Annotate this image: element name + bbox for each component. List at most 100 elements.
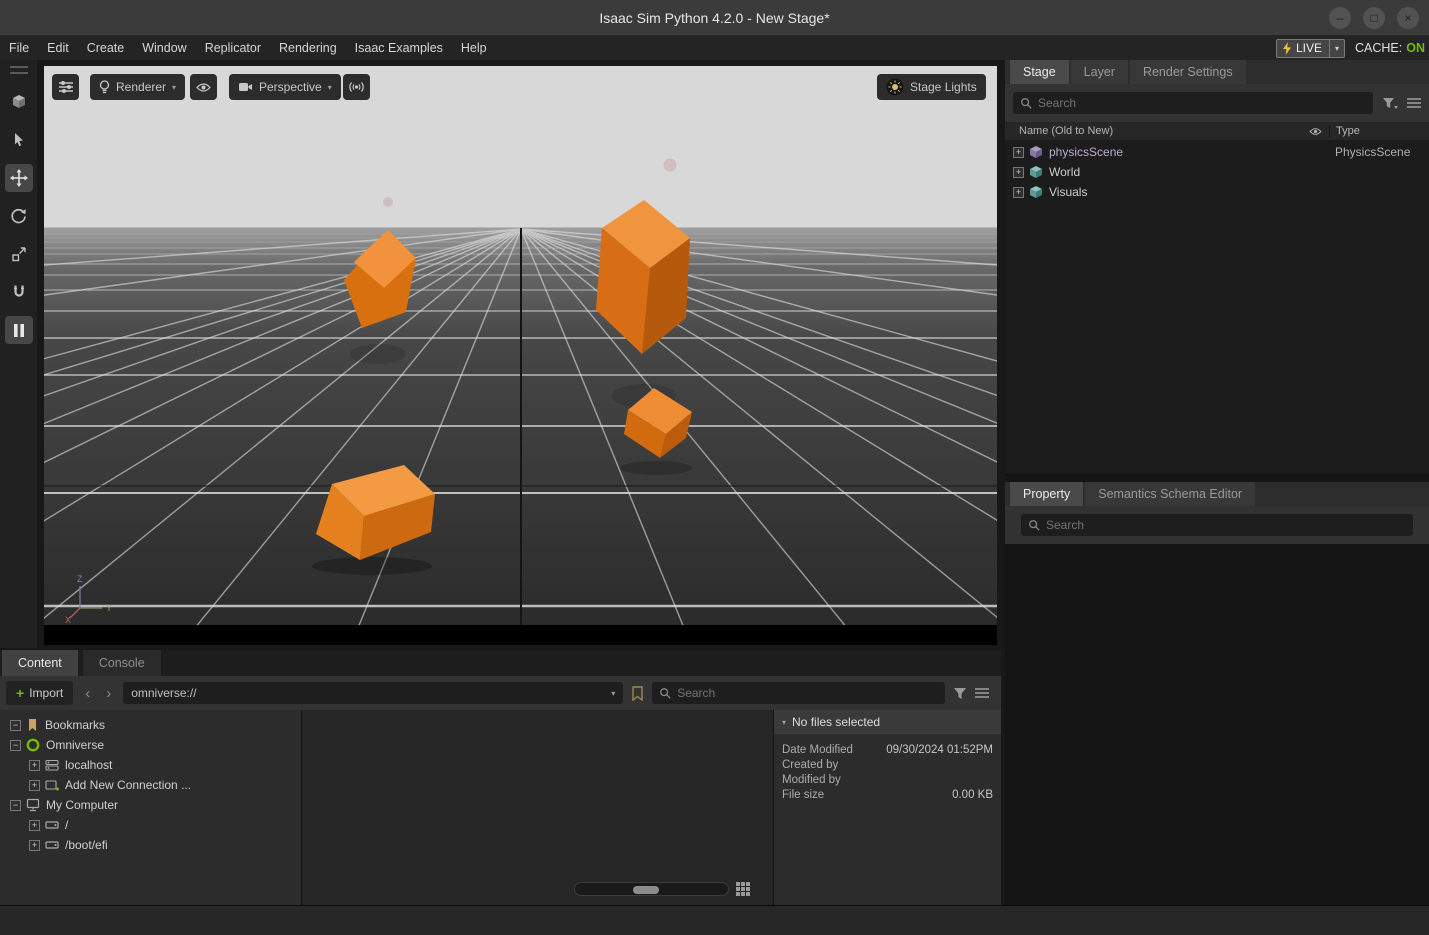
- details-header[interactable]: ▾ No files selected: [774, 710, 1001, 734]
- stage-row-physics-scene[interactable]: + physicsScene PhysicsScene: [1005, 142, 1429, 162]
- thumbnail-size-slider[interactable]: [574, 882, 729, 896]
- move-icon: [9, 169, 28, 187]
- tree-item-bookmarks[interactable]: − Bookmarks: [0, 715, 301, 735]
- tree-item-root-drive[interactable]: + /: [0, 815, 301, 835]
- menu-rendering[interactable]: Rendering: [270, 36, 346, 60]
- expand-toggle[interactable]: +: [29, 819, 40, 831]
- rotate-tool-button[interactable]: [5, 202, 33, 230]
- back-button[interactable]: ‹: [81, 685, 94, 702]
- tree-item-my-computer[interactable]: − My Computer: [0, 795, 301, 815]
- panel-splitter[interactable]: [1005, 473, 1429, 482]
- menu-window[interactable]: Window: [133, 36, 195, 60]
- expand-toggle[interactable]: −: [10, 799, 21, 811]
- expand-toggle[interactable]: −: [10, 739, 21, 751]
- toolbar-drag-handle[interactable]: [9, 66, 28, 74]
- visibility-column-header[interactable]: [1301, 127, 1329, 136]
- viewport-settings-button[interactable]: [52, 74, 79, 100]
- property-search[interactable]: [1021, 514, 1413, 536]
- pause-button[interactable]: [4, 316, 33, 344]
- menu-isaac-examples[interactable]: Isaac Examples: [346, 36, 452, 60]
- tree-item-label: /: [65, 818, 69, 832]
- tab-content[interactable]: Content: [2, 650, 78, 676]
- tab-semantics-schema-editor[interactable]: Semantics Schema Editor: [1085, 482, 1256, 506]
- expand-toggle[interactable]: −: [10, 719, 21, 731]
- property-panel: Property Semantics Schema Editor: [1005, 482, 1429, 905]
- expand-toggle[interactable]: +: [29, 759, 40, 771]
- lightbulb-icon: [99, 80, 110, 94]
- left-toolbar: [0, 60, 37, 648]
- slider-handle[interactable]: [633, 886, 659, 894]
- expand-toggle[interactable]: +: [29, 839, 40, 851]
- tree-item-add-connection[interactable]: + Add New Connection ...: [0, 775, 301, 795]
- content-search-input[interactable]: [677, 686, 939, 700]
- stage-search[interactable]: [1013, 92, 1373, 114]
- tree-item-boot-efi[interactable]: + /boot/efi: [0, 835, 301, 855]
- live-dropdown-button[interactable]: ▾: [1329, 38, 1346, 58]
- select-tool-button[interactable]: [5, 126, 33, 154]
- type-column-header[interactable]: Type: [1329, 125, 1429, 137]
- menu-edit[interactable]: Edit: [38, 36, 78, 60]
- sphere-prim[interactable]: [383, 197, 393, 207]
- sync-signal-button[interactable]: [343, 74, 370, 100]
- stage-row-visuals[interactable]: + Visuals: [1005, 182, 1429, 202]
- camera-dropdown[interactable]: Perspective ▾: [229, 74, 341, 100]
- tab-render-settings[interactable]: Render Settings: [1129, 60, 1246, 84]
- expand-toggle[interactable]: +: [1013, 146, 1024, 158]
- forward-button[interactable]: ›: [102, 685, 115, 702]
- viewport: Renderer ▾ Perspective ▾ Stage Lights Z …: [0, 66, 1429, 646]
- property-search-input[interactable]: [1046, 518, 1406, 532]
- detail-row-created-by: Created by: [782, 759, 839, 771]
- import-button[interactable]: + Import: [6, 681, 74, 705]
- expand-toggle[interactable]: +: [1013, 186, 1024, 198]
- cache-status: CACHE: ON: [1355, 41, 1425, 55]
- search-icon: [1029, 520, 1040, 531]
- scale-tool-button[interactable]: [5, 240, 33, 268]
- move-tool-button[interactable]: [4, 164, 33, 192]
- content-toolbar: + Import ‹ › ▾: [0, 676, 1001, 710]
- expand-toggle[interactable]: +: [29, 779, 40, 791]
- minimize-button[interactable]: –: [1329, 7, 1351, 29]
- tree-item-omniverse[interactable]: − Omniverse: [0, 735, 301, 755]
- search-icon: [660, 688, 671, 699]
- viewport-canvas[interactable]: [0, 66, 1429, 646]
- maximize-button[interactable]: □: [1363, 7, 1385, 29]
- menu-help[interactable]: Help: [452, 36, 496, 60]
- right-panel: Stage Layer Render Settings Name (Old to…: [1005, 60, 1429, 905]
- options-icon[interactable]: [1407, 97, 1421, 109]
- name-column-header[interactable]: Name (Old to New): [1005, 125, 1301, 137]
- axis-gizmo[interactable]: Z Y X: [64, 572, 116, 629]
- list-options-icon[interactable]: [975, 687, 990, 699]
- content-search[interactable]: [652, 682, 946, 704]
- menu-file[interactable]: File: [0, 36, 38, 60]
- eye-icon: [196, 82, 211, 92]
- tab-property[interactable]: Property: [1010, 482, 1084, 506]
- path-input[interactable]: [131, 686, 606, 700]
- filter-icon[interactable]: [953, 687, 967, 700]
- tab-layer[interactable]: Layer: [1070, 60, 1128, 84]
- file-grid-area[interactable]: [302, 710, 773, 905]
- bookmark-icon[interactable]: [631, 685, 644, 701]
- expand-toggle[interactable]: +: [1013, 166, 1024, 178]
- stage-lights-button[interactable]: Stage Lights: [877, 74, 986, 100]
- grid-view-icon[interactable]: [735, 881, 751, 897]
- transform-space-button[interactable]: [5, 88, 33, 116]
- filter-icon[interactable]: [1382, 97, 1398, 110]
- prim-name: physicsScene: [1049, 145, 1124, 159]
- live-button[interactable]: LIVE: [1276, 38, 1330, 58]
- stage-row-world[interactable]: + World: [1005, 162, 1429, 182]
- isaac-sim-window: Isaac Sim Python 4.2.0 - New Stage* – □ …: [0, 0, 1429, 935]
- tab-console[interactable]: Console: [82, 650, 161, 676]
- menu-replicator[interactable]: Replicator: [196, 36, 270, 60]
- path-field[interactable]: ▾: [123, 682, 624, 704]
- stage-search-input[interactable]: [1038, 96, 1366, 110]
- sphere-prim[interactable]: [663, 158, 677, 172]
- snap-tool-button[interactable]: [5, 278, 33, 306]
- camera-label: Perspective: [259, 80, 322, 94]
- tree-item-localhost[interactable]: + localhost: [0, 755, 301, 775]
- menu-create[interactable]: Create: [78, 36, 134, 60]
- property-tabs: Property Semantics Schema Editor: [1005, 482, 1429, 506]
- visibility-button[interactable]: [190, 74, 217, 100]
- tab-stage[interactable]: Stage: [1010, 60, 1069, 84]
- close-button[interactable]: ×: [1397, 7, 1419, 29]
- renderer-dropdown[interactable]: Renderer ▾: [90, 74, 186, 100]
